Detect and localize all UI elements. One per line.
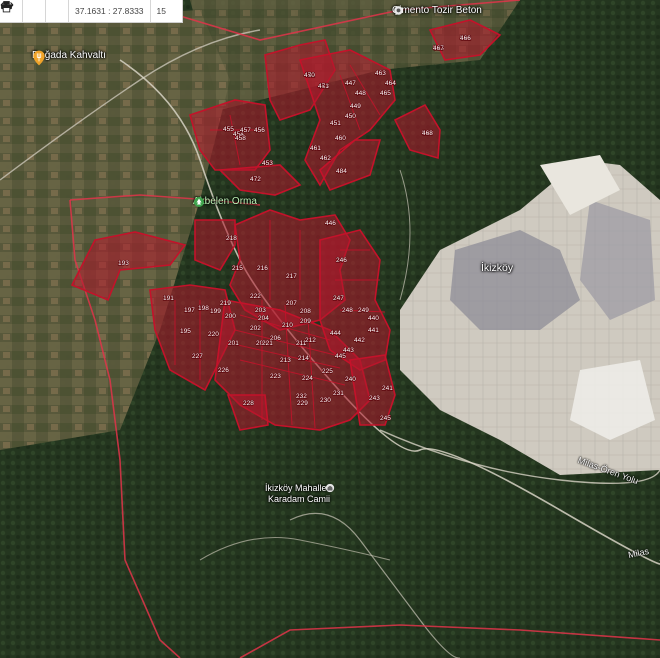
parcel-number: 467 [433, 45, 444, 52]
parcel-number: 240 [345, 376, 356, 383]
parcel-number: 243 [369, 395, 380, 402]
parcel-polygon[interactable] [194, 219, 236, 271]
parcel-number: 202 [250, 325, 261, 332]
parcel-number: 450 [345, 113, 356, 120]
parcel-number: 440 [368, 315, 379, 322]
parcel-number: 247 [333, 295, 344, 302]
parcel-number: 218 [226, 235, 237, 242]
parcel-number: 249 [358, 307, 369, 314]
parcel-number: 466 [460, 35, 471, 42]
location-pin-icon [394, 6, 403, 15]
parcel-number: 444 [330, 330, 341, 337]
parcel-number: 232 [296, 393, 307, 400]
parcel-polygon[interactable] [189, 99, 271, 171]
parcel-number: 225 [322, 368, 333, 375]
place-label-akbelen[interactable]: Akbelen Orma [193, 196, 257, 207]
parcel-number: 228 [243, 400, 254, 407]
parcel-number: 468 [422, 130, 433, 137]
parcel-number: 484 [336, 168, 347, 175]
parcel-number: 245 [380, 415, 391, 422]
parcel-number: 451 [330, 120, 341, 127]
place-label-dogada[interactable]: Doğada Kahvaltı [32, 50, 106, 66]
parcel-number: 464 [385, 80, 396, 87]
restaurant-pin-icon [33, 50, 45, 66]
parcel-number: 448 [355, 90, 366, 97]
parcel-number: 199 [210, 308, 221, 315]
parcel-number: 458 [235, 135, 246, 142]
parcel-number: 227 [192, 353, 203, 360]
print-icon[interactable] [1, 0, 68, 22]
parcel-number: 203 [255, 307, 266, 314]
parcel-number: 470 [304, 72, 315, 79]
parcel-number: 445 [335, 353, 346, 360]
parcel-number: 224 [302, 375, 313, 382]
map-toolbar: 37.1631 : 27.8333 15 [0, 0, 183, 23]
parcel-number: 208 [300, 308, 311, 315]
parcel-number: 217 [286, 273, 297, 280]
parcel-polygon[interactable] [393, 103, 441, 160]
parcel-number: 210 [282, 322, 293, 329]
parcel-number: 462 [320, 155, 331, 162]
parcel-number: 463 [375, 70, 386, 77]
place-label-cimento[interactable]: Çimento Tozir Beton [392, 5, 482, 16]
place-label-ikizkoy[interactable]: İkizköy [481, 262, 513, 274]
parcel-number: 471 [318, 83, 329, 90]
parcel-number: 220 [208, 331, 219, 338]
parcel-number: 457 [240, 127, 251, 134]
parcel-number: 248 [342, 307, 353, 314]
parcel-number: 214 [298, 355, 309, 362]
parcel-number: 442 [354, 337, 365, 344]
parcel-number: 195 [180, 328, 191, 335]
parcel-number: 222 [250, 293, 261, 300]
parcel-number: 456 [254, 127, 265, 134]
parcel-number: 241 [382, 385, 393, 392]
parcel-number: 221 [262, 340, 273, 347]
mosque-pin-icon [325, 483, 335, 493]
place-label-mahalle[interactable]: İkizköy Mahallesi Karadam Camii [265, 483, 335, 505]
parcel-number: 213 [280, 357, 291, 364]
parcel-number: 246 [336, 257, 347, 264]
parcel-number: 229 [297, 400, 308, 407]
parcel-number: 472 [250, 176, 261, 183]
ruler-arrows-icon[interactable] [0, 0, 45, 22]
park-pin-icon [194, 197, 204, 207]
parcel-number: 231 [333, 390, 344, 397]
parcel-number: 455 [223, 126, 234, 133]
parcel-number: 223 [270, 373, 281, 380]
parcel-number: 212 [305, 337, 316, 344]
parcel-number: 460 [335, 135, 346, 142]
parcel-number: 230 [320, 397, 331, 404]
parcel-number: 197 [184, 307, 195, 314]
parcel-layer: 512513514452483484472453454455458457 4561… [70, 19, 502, 431]
parcel-number: 204 [258, 315, 269, 322]
parcel-number: 201 [228, 340, 239, 347]
parcel-number: 226 [218, 367, 229, 374]
parcel-number: 465 [380, 90, 391, 97]
parcel-number: 191 [163, 295, 174, 302]
parcel-number: 449 [350, 103, 361, 110]
parcel-number: 441 [368, 327, 379, 334]
parcel-number: 215 [232, 265, 243, 272]
satellite-map[interactable]: 512 513 514 452 483 484 472 453 454 455 458 457 456 1… [0, 0, 660, 658]
parcel-number: 216 [257, 265, 268, 272]
parcel-number: 446 [325, 220, 336, 227]
zoom-level: 15 [156, 6, 167, 16]
parcel-number: 200 [225, 313, 236, 320]
coordinates-readout: 37.1631 : 27.8333 [75, 6, 144, 16]
parcel-number: 447 [345, 80, 356, 87]
parcel-number: 193 [118, 260, 129, 267]
parcel-number: 198 [198, 305, 209, 312]
parcel-number: 209 [300, 318, 311, 325]
parcel-number: 461 [310, 145, 321, 152]
parcel-number: 219 [220, 300, 231, 307]
parcel-polygon[interactable] [319, 229, 391, 371]
parcel-number: 207 [286, 300, 297, 307]
parcel-number: 453 [262, 160, 273, 167]
